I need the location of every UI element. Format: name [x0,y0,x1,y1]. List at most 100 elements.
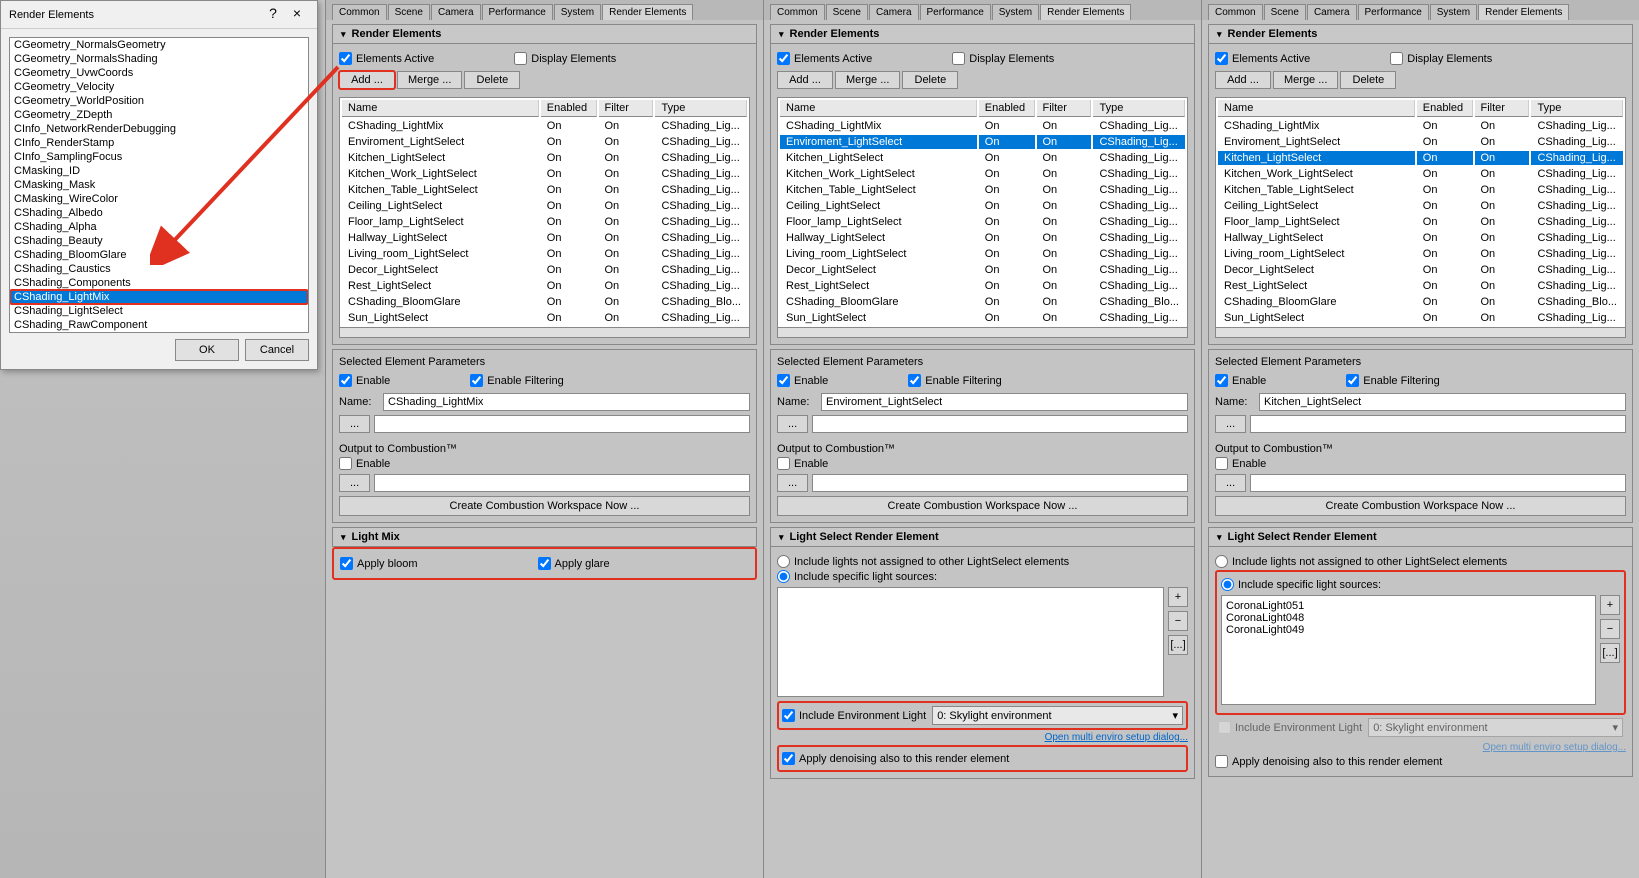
table-row[interactable]: Kitchen_LightSelectOnOnCShading_Lig... [342,151,747,165]
element-type-item[interactable]: CMasking_Mask [10,178,308,192]
tab-scene[interactable]: Scene [826,4,868,20]
element-type-item[interactable]: CShading_Beauty [10,234,308,248]
tab-performance[interactable]: Performance [920,4,991,20]
bottom-rollout-header[interactable]: Light Select Render Element [770,527,1195,547]
remove-light-button[interactable]: − [1600,619,1620,639]
include-unassigned-radio[interactable]: Include lights not assigned to other Lig… [777,555,1188,568]
table-row[interactable]: Hallway_LightSelectOnOnCShading_Lig... [780,231,1185,245]
table-row[interactable]: Ceiling_LightSelectOnOnCShading_Lig... [342,199,747,213]
sep-enable-check[interactable]: Enable [1215,374,1266,387]
tab-system[interactable]: System [554,4,601,20]
table-row[interactable]: Hallway_LightSelectOnOnCShading_Lig... [1218,231,1623,245]
tab-scene[interactable]: Scene [388,4,430,20]
sep-browse-button[interactable]: ... [777,415,808,433]
table-row[interactable]: Sun_LightSelectOnOnCShading_Lig... [1218,311,1623,325]
table-row[interactable]: Floor_lamp_LightSelectOnOnCShading_Lig..… [1218,215,1623,229]
create-combustion-button[interactable]: Create Combustion Workspace Now ... [1215,496,1626,516]
table-row[interactable]: Kitchen_Work_LightSelectOnOnCShading_Lig… [342,167,747,181]
ok-button[interactable]: OK [175,339,239,361]
element-type-item[interactable]: CGeometry_NormalsShading [10,52,308,66]
combustion-browse-button[interactable]: ... [777,474,808,492]
combustion-enable-check[interactable]: Enable [1215,457,1626,470]
tab-common[interactable]: Common [770,4,825,20]
apply-glare-check[interactable]: Apply glare [538,557,610,570]
add-light-button[interactable]: + [1168,587,1188,607]
remove-light-button[interactable]: − [1168,611,1188,631]
delete-button[interactable]: Delete [1340,71,1396,89]
elements-active-check[interactable]: Elements Active [777,52,872,65]
display-elements-check[interactable]: Display Elements [952,52,1054,65]
sep-path-field[interactable] [374,415,750,433]
include-specific-radio[interactable]: Include specific light sources: [1221,578,1620,591]
element-type-item[interactable]: CShading_BloomGlare [10,248,308,262]
close-icon[interactable]: × [285,5,309,25]
sep-path-field[interactable] [812,415,1188,433]
element-type-item[interactable]: CInfo_NetworkRenderDebugging [10,122,308,136]
table-row[interactable]: Enviroment_LightSelectOnOnCShading_Lig..… [342,135,747,149]
light-item[interactable]: CoronaLight049 [1226,624,1591,636]
sep-filtering-check[interactable]: Enable Filtering [470,374,563,387]
element-type-item[interactable]: CGeometry_NormalsGeometry [10,38,308,52]
sep-browse-button[interactable]: ... [339,415,370,433]
element-type-item[interactable]: CGeometry_Velocity [10,80,308,94]
light-sources-list[interactable] [777,587,1164,697]
combustion-path-field[interactable] [1250,474,1626,492]
bottom-rollout-header[interactable]: Light Select Render Element [1208,527,1633,547]
tab-common[interactable]: Common [332,4,387,20]
light-item[interactable]: CoronaLight051 [1226,600,1591,612]
render-elements-table[interactable]: Name Enabled Filter Type CShading_LightM… [1215,97,1626,328]
table-row[interactable]: Ceiling_LightSelectOnOnCShading_Lig... [780,199,1185,213]
include-env-check[interactable]: Include Environment Light [782,709,926,722]
delete-button[interactable]: Delete [902,71,958,89]
render-elements-header[interactable]: Render Elements [1208,24,1633,44]
combustion-enable-check[interactable]: Enable [339,457,750,470]
sep-path-field[interactable] [1250,415,1626,433]
sep-enable-check[interactable]: Enable [777,374,828,387]
render-elements-header[interactable]: Render Elements [332,24,757,44]
table-row[interactable]: Hallway_LightSelectOnOnCShading_Lig... [342,231,747,245]
tab-scene[interactable]: Scene [1264,4,1306,20]
browse-lights-button[interactable]: [...] [1600,643,1620,663]
table-row[interactable]: Enviroment_LightSelectOnOnCShading_Lig..… [780,135,1185,149]
table-row[interactable]: CShading_BloomGlareOnOnCShading_Blo... [1218,295,1623,309]
render-elements-table[interactable]: Name Enabled Filter Type CShading_LightM… [339,97,750,328]
table-row[interactable]: Enviroment_LightSelectOnOnCShading_Lig..… [1218,135,1623,149]
env-dropdown[interactable]: 0: Skylight environment▾ [932,706,1183,725]
sep-enable-check[interactable]: Enable [339,374,390,387]
tab-system[interactable]: System [992,4,1039,20]
table-row[interactable]: Rest_LightSelectOnOnCShading_Lig... [1218,279,1623,293]
table-row[interactable]: Sun_LightSelectOnOnCShading_Lig... [342,311,747,325]
render-elements-table[interactable]: Name Enabled Filter Type CShading_LightM… [777,97,1188,328]
table-row[interactable]: Sun_LightSelectOnOnCShading_Lig... [780,311,1185,325]
element-type-item[interactable]: CShading_Components [10,276,308,290]
bottom-rollout-header[interactable]: Light Mix [332,527,757,547]
combustion-browse-button[interactable]: ... [1215,474,1246,492]
element-type-item[interactable]: CShading_Alpha [10,220,308,234]
tab-performance[interactable]: Performance [482,4,553,20]
add-button[interactable]: Add ... [1215,71,1271,89]
combustion-enable-check[interactable]: Enable [777,457,1188,470]
tab-render-elements[interactable]: Render Elements [602,4,693,20]
sep-filtering-check[interactable]: Enable Filtering [908,374,1001,387]
table-row[interactable]: Ceiling_LightSelectOnOnCShading_Lig... [1218,199,1623,213]
create-combustion-button[interactable]: Create Combustion Workspace Now ... [339,496,750,516]
table-row[interactable]: Kitchen_Table_LightSelectOnOnCShading_Li… [342,183,747,197]
element-type-item[interactable]: CGeometry_UvwCoords [10,66,308,80]
element-type-list[interactable]: CGeometry_NormalsGeometryCGeometry_Norma… [9,37,309,333]
sep-name-field[interactable] [821,393,1188,411]
cancel-button[interactable]: Cancel [245,339,309,361]
open-multi-link[interactable]: Open multi enviro setup dialog... [777,732,1188,743]
table-row[interactable]: CShading_LightMixOnOnCShading_Lig... [1218,119,1623,133]
element-type-item[interactable]: CShading_LightMix [10,290,308,304]
combustion-path-field[interactable] [812,474,1188,492]
table-row[interactable]: Decor_LightSelectOnOnCShading_Lig... [342,263,747,277]
tab-render-elements[interactable]: Render Elements [1478,4,1569,20]
element-type-item[interactable]: CMasking_ID [10,164,308,178]
add-button[interactable]: Add ... [339,71,395,89]
table-row[interactable]: Floor_lamp_LightSelectOnOnCShading_Lig..… [342,215,747,229]
table-row[interactable]: Decor_LightSelectOnOnCShading_Lig... [1218,263,1623,277]
table-row[interactable]: Decor_LightSelectOnOnCShading_Lig... [780,263,1185,277]
apply-bloom-check[interactable]: Apply bloom [340,557,418,570]
combustion-browse-button[interactable]: ... [339,474,370,492]
delete-button[interactable]: Delete [464,71,520,89]
